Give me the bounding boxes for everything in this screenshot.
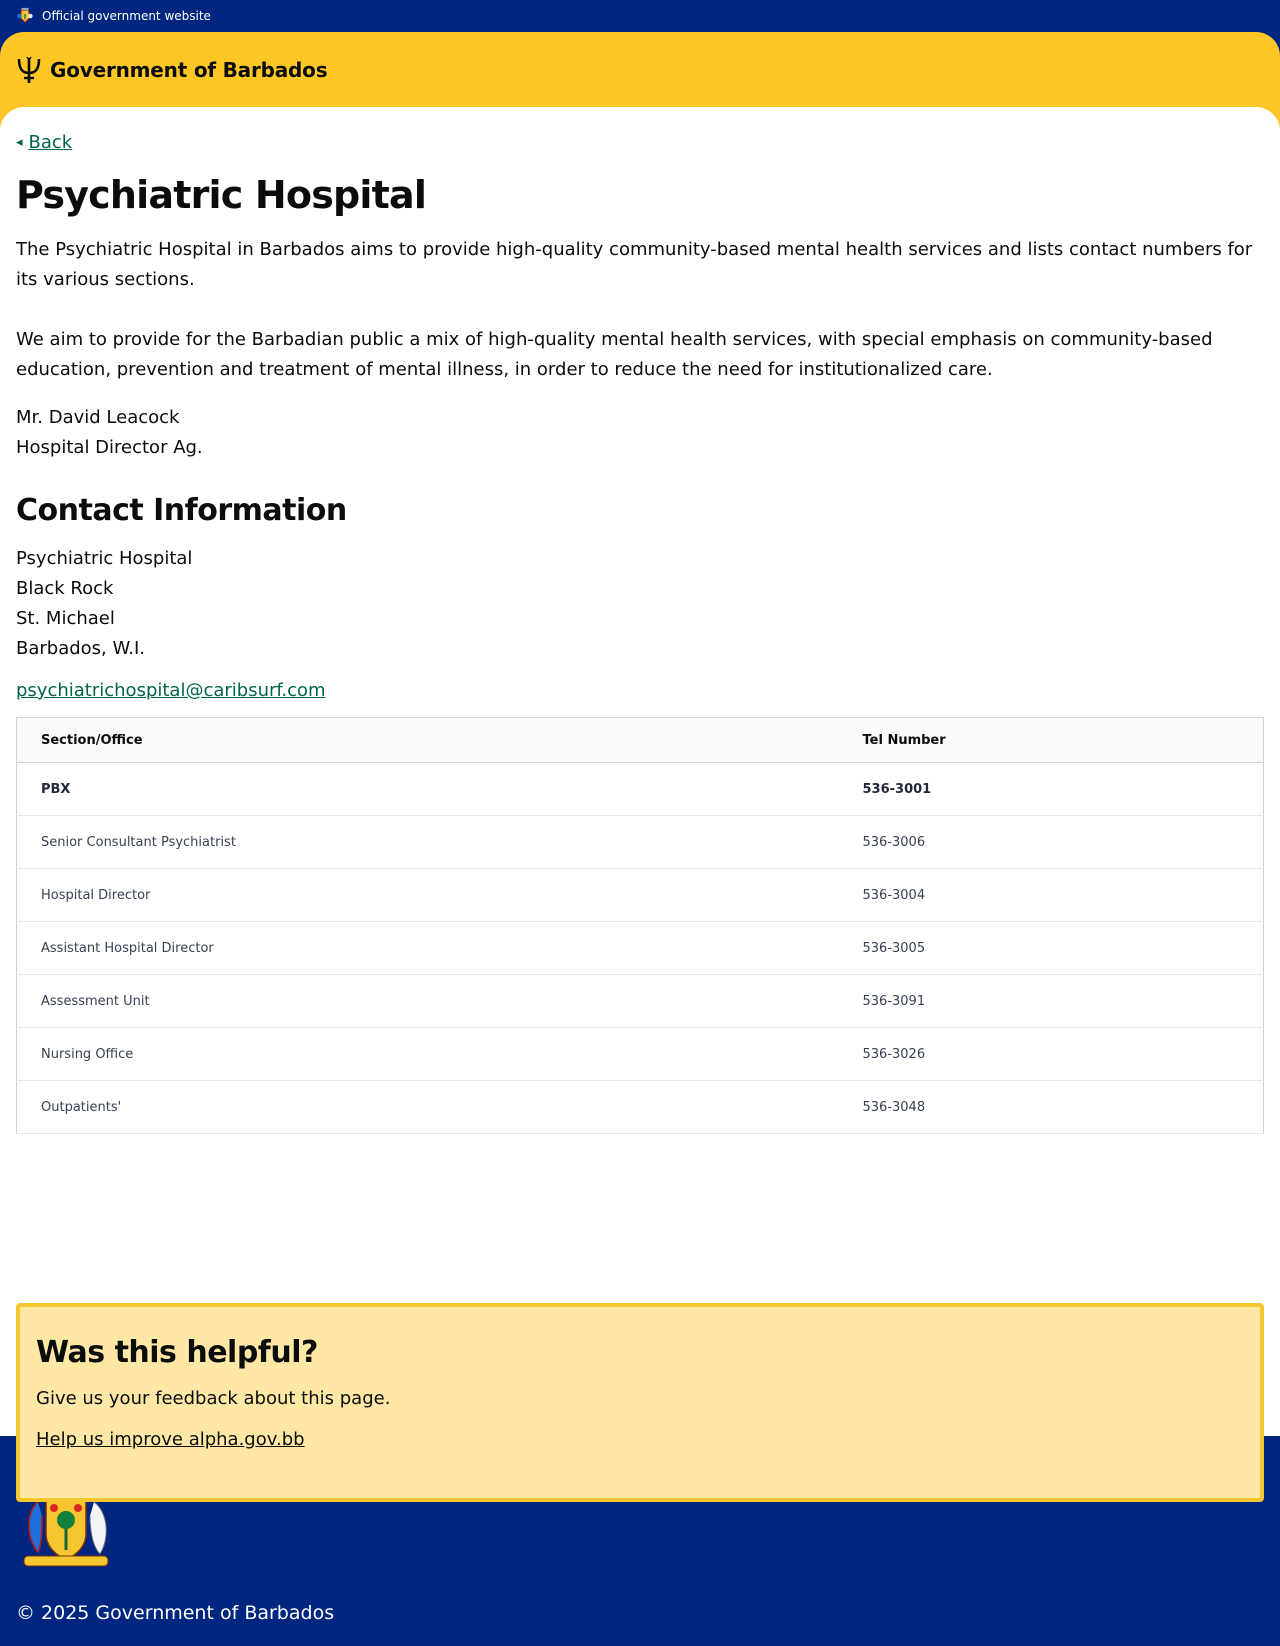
feedback-heading: Was this helpful? xyxy=(36,1335,318,1370)
main-content: ◂ Back Psychiatric Hospital The Psychiat… xyxy=(0,107,1280,1502)
address-line: St. Michael xyxy=(16,608,115,629)
site-brand-link[interactable]: Government of Barbados xyxy=(50,58,328,82)
trident-icon xyxy=(17,56,41,83)
email-link[interactable]: psychiatrichospital@caribsurf.com xyxy=(16,680,326,701)
page-title: Psychiatric Hospital xyxy=(16,173,427,217)
coat-of-arms-icon xyxy=(17,7,33,23)
intro-paragraph: The Psychiatric Hospital in Barbados aim… xyxy=(16,239,1253,290)
section-cell: Assessment Unit xyxy=(16,974,839,1028)
section-cell: Nursing Office xyxy=(16,1027,839,1081)
back-link-label: Back xyxy=(28,132,73,153)
official-banner: Official government website xyxy=(0,0,1280,32)
contact-table: Section/Office Tel Number PBX 536-3001 S… xyxy=(16,717,1264,1134)
column-header-tel: Tel Number xyxy=(838,717,1264,763)
section-cell: PBX xyxy=(16,762,839,816)
mission-paragraph: We aim to provide for the Barbadian publ… xyxy=(16,329,1213,380)
back-arrow-icon: ◂ xyxy=(16,135,23,150)
site-header: Government of Barbados xyxy=(0,32,1280,107)
address-line: Barbados, W.I. xyxy=(16,638,145,659)
section-cell: Outpatients' xyxy=(16,1080,839,1134)
official-banner-label: Official government website xyxy=(42,9,211,23)
table-row: Senior Consultant Psychiatrist 536-3006 xyxy=(16,815,1264,869)
tel-cell: 536-3048 xyxy=(838,1080,1264,1134)
section-cell: Senior Consultant Psychiatrist xyxy=(16,815,839,869)
director-signoff: Mr. David Leacock Hospital Director Ag. xyxy=(16,403,1264,463)
tel-cell: 536-3026 xyxy=(838,1027,1264,1081)
feedback-panel: Was this helpful? Give us your feedback … xyxy=(16,1303,1264,1502)
tel-cell: 536-3001 xyxy=(838,762,1264,816)
tel-cell: 536-3091 xyxy=(838,974,1264,1028)
feedback-text: Give us your feedback about this page. xyxy=(36,1388,391,1409)
back-link[interactable]: ◂ Back xyxy=(16,132,72,153)
copyright-text: © 2025 Government of Barbados xyxy=(16,1602,335,1624)
table-row: Hospital Director 536-3004 xyxy=(16,868,1264,922)
table-row: Assessment Unit 536-3091 xyxy=(16,974,1264,1028)
address-line: Black Rock xyxy=(16,578,114,599)
column-header-section: Section/Office xyxy=(16,717,839,763)
table-row: Nursing Office 536-3026 xyxy=(16,1027,1264,1081)
contact-heading: Contact Information xyxy=(16,493,347,528)
table-row: PBX 536-3001 xyxy=(16,762,1264,816)
table-row: Outpatients' 536-3048 xyxy=(16,1080,1264,1134)
director-name: Mr. David Leacock xyxy=(16,407,180,428)
address-line: Psychiatric Hospital xyxy=(16,548,193,569)
director-title: Hospital Director Ag. xyxy=(16,437,203,458)
table-header-row: Section/Office Tel Number xyxy=(16,717,1264,763)
section-cell: Assistant Hospital Director xyxy=(16,921,839,975)
table-row: Assistant Hospital Director 536-3005 xyxy=(16,921,1264,975)
tel-cell: 536-3006 xyxy=(838,815,1264,869)
section-cell: Hospital Director xyxy=(16,868,839,922)
tel-cell: 536-3005 xyxy=(838,921,1264,975)
tel-cell: 536-3004 xyxy=(838,868,1264,922)
feedback-link[interactable]: Help us improve alpha.gov.bb xyxy=(36,1429,305,1450)
postal-address: Psychiatric Hospital Black Rock St. Mich… xyxy=(16,544,1264,664)
